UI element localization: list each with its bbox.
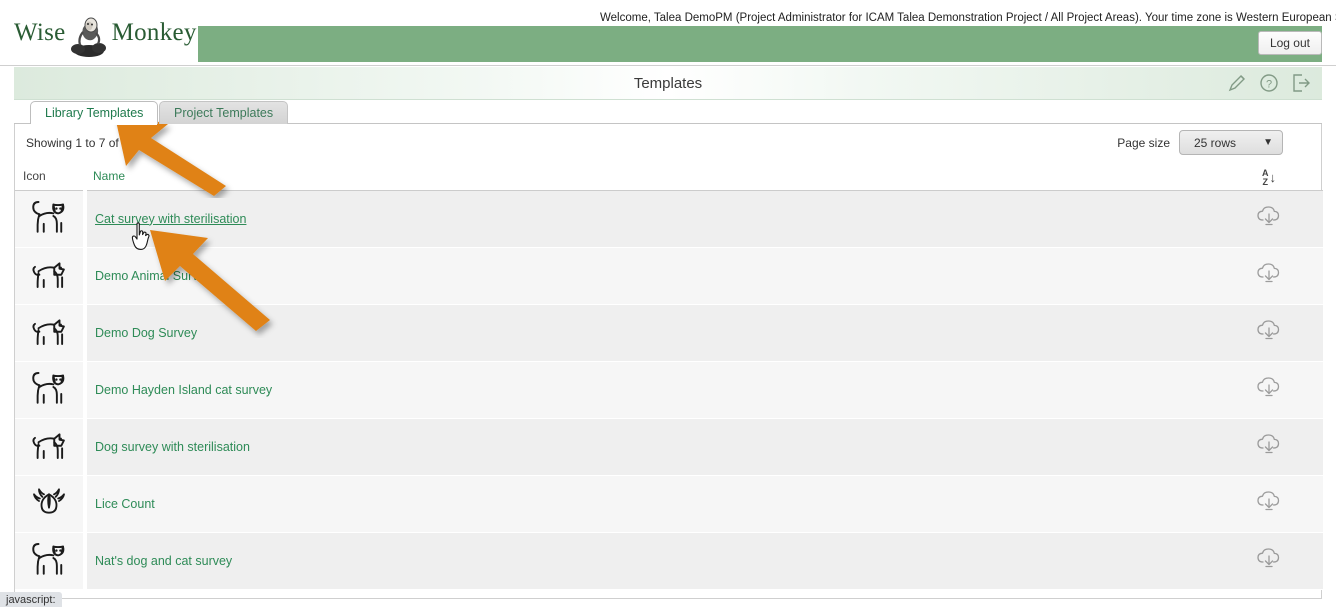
header-green-band [198, 26, 1322, 62]
template-download-cell [1215, 532, 1323, 590]
showing-count-text: Showing 1 to 7 of 7 [26, 136, 129, 150]
template-name-link[interactable]: Nat's dog and cat survey [95, 554, 232, 568]
cat-icon [28, 543, 70, 582]
template-name-link[interactable]: Dog survey with sterilisation [95, 440, 250, 454]
lice-icon [29, 488, 69, 524]
template-icon-cell [15, 304, 87, 362]
sort-ascending-icon[interactable]: A Z ↓ [1262, 168, 1276, 187]
brand-name-left: Wise [14, 19, 66, 46]
table-row[interactable]: Demo Dog Survey [15, 304, 1323, 362]
table-toolbar: Showing 1 to 7 of 7 Page size 25 rows ▼ [15, 124, 1321, 162]
column-header-sort: A Z ↓ [1215, 162, 1323, 191]
template-download-cell [1215, 304, 1323, 362]
brand-logo-text: Wise Monkey [14, 11, 197, 58]
brand-logo[interactable]: Wise Monkey [14, 4, 196, 62]
template-icon-cell [15, 190, 87, 248]
template-name-cell: Nat's dog and cat survey [85, 532, 1215, 590]
cat-icon [28, 201, 70, 240]
column-header-icon: Icon [15, 162, 85, 191]
cloud-download-icon[interactable] [1256, 320, 1282, 340]
page-size-control: Page size 25 rows ▼ [1117, 130, 1283, 155]
brand-name-right: Monkey [111, 19, 197, 46]
templates-tabs: Library Templates Project Templates [14, 100, 1322, 125]
template-icon-cell [15, 418, 87, 476]
page-title: Templates [633, 75, 703, 92]
table-row[interactable]: Lice Count [15, 475, 1323, 533]
page-title-bar: Templates ? [14, 67, 1322, 100]
dog-icon [28, 319, 70, 354]
cloud-download-icon[interactable] [1256, 491, 1282, 511]
cloud-download-icon[interactable] [1256, 548, 1282, 568]
templates-table-head: Icon Name A Z ↓ [15, 162, 1323, 191]
dog-icon [28, 262, 70, 297]
template-download-cell [1215, 190, 1323, 248]
exit-arrow-icon[interactable] [1290, 72, 1312, 94]
cloud-download-icon[interactable] [1256, 377, 1282, 397]
templates-panel: Showing 1 to 7 of 7 Page size 25 rows ▼ … [14, 124, 1323, 599]
template-icon-cell [15, 532, 87, 590]
welcome-message: Welcome, Talea DemoPM (Project Administr… [600, 12, 1336, 24]
template-download-cell [1215, 418, 1323, 476]
template-icon-cell [15, 247, 87, 305]
template-name-cell: Demo Hayden Island cat survey [85, 361, 1215, 419]
page-size-label: Page size [1117, 135, 1170, 150]
table-row[interactable]: Cat survey with sterilisation [15, 190, 1323, 248]
template-name-link[interactable]: Demo Hayden Island cat survey [95, 383, 272, 397]
edit-pencil-icon[interactable] [1226, 72, 1248, 94]
template-name-cell: Demo Dog Survey [85, 304, 1215, 362]
chevron-down-icon: ▼ [1263, 137, 1273, 148]
cat-icon [28, 372, 70, 411]
monkey-logo-icon [69, 14, 109, 58]
svg-text:?: ? [1266, 79, 1272, 91]
template-name-cell: Cat survey with sterilisation [85, 190, 1215, 248]
template-name-cell: Demo Animal Survey [85, 247, 1215, 305]
app-page: Wise Monkey Welcome, Talea DemoPM (Proje… [0, 0, 1336, 607]
column-header-name: Name [85, 162, 1215, 191]
cloud-download-icon[interactable] [1256, 206, 1282, 226]
template-name-cell: Dog survey with sterilisation [85, 418, 1215, 476]
header-divider [0, 65, 1336, 66]
template-download-cell [1215, 475, 1323, 533]
page-size-value: 25 rows [1194, 135, 1237, 150]
browser-status-bar: javascript: [0, 592, 62, 607]
template-icon-cell [15, 475, 87, 533]
template-name-link[interactable]: Cat survey with sterilisation [95, 212, 246, 226]
template-name-link[interactable]: Demo Dog Survey [95, 326, 197, 340]
template-download-cell [1215, 361, 1323, 419]
template-name-link[interactable]: Lice Count [95, 497, 155, 511]
table-row[interactable]: Demo Hayden Island cat survey [15, 361, 1323, 419]
table-row[interactable]: Demo Animal Survey [15, 247, 1323, 305]
top-header: Wise Monkey Welcome, Talea DemoPM (Proje… [0, 0, 1336, 66]
template-name-link[interactable]: Demo Animal Survey [95, 269, 212, 283]
templates-table: Icon Name A Z ↓ Cat survey with sterilis… [15, 162, 1323, 590]
table-row[interactable]: Dog survey with sterilisation [15, 418, 1323, 476]
cloud-download-icon[interactable] [1256, 434, 1282, 454]
tab-library-templates[interactable]: Library Templates [30, 101, 159, 125]
column-header-name-link[interactable]: Name [93, 169, 125, 183]
tab-project-templates[interactable]: Project Templates [159, 101, 289, 124]
help-question-icon[interactable]: ? [1258, 72, 1280, 94]
template-icon-cell [15, 361, 87, 419]
templates-table-body: Cat survey with sterilisation Demo Anima… [15, 190, 1323, 590]
dog-icon [28, 433, 70, 468]
table-row[interactable]: Nat's dog and cat survey [15, 532, 1323, 590]
table-header-row: Icon Name A Z ↓ [15, 162, 1323, 191]
page-title-actions: ? [1226, 72, 1312, 94]
template-download-cell [1215, 247, 1323, 305]
logout-button[interactable]: Log out [1257, 31, 1322, 55]
template-name-cell: Lice Count [85, 475, 1215, 533]
page-size-select[interactable]: 25 rows ▼ [1179, 130, 1283, 155]
cloud-download-icon[interactable] [1256, 263, 1282, 283]
